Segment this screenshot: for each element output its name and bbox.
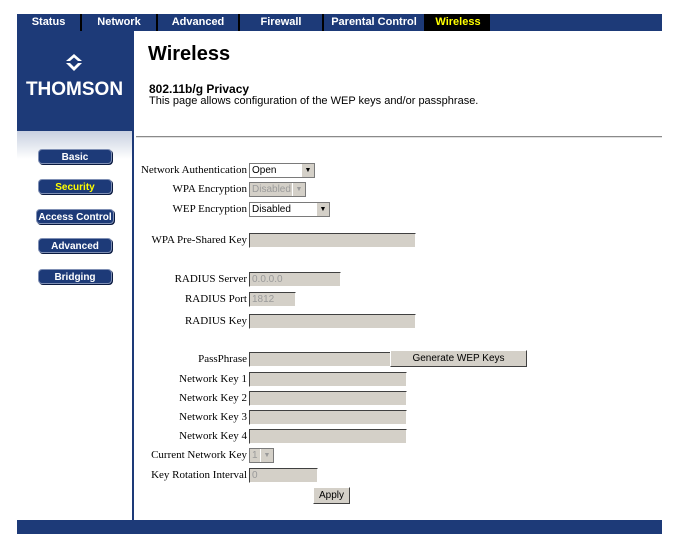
sidebar-item-security[interactable]: Security [38, 179, 112, 194]
radius-server-input[interactable]: 0.0.0.0 [249, 272, 341, 287]
top-nav-bar: Status Network Advanced Firewall Parenta… [17, 14, 662, 31]
generate-wep-keys-button[interactable]: Generate WEP Keys [390, 350, 527, 367]
wep-encryption-select[interactable]: Disabled ▼ [249, 202, 330, 217]
radius-key-label: RADIUS Key [184, 315, 247, 327]
thomson-logo: THOMSON [17, 31, 132, 131]
key-rotation-input[interactable]: 0 [249, 468, 318, 483]
wpa-encryption-label: WPA Encryption [172, 183, 247, 195]
apply-button[interactable]: Apply [313, 487, 350, 504]
wpa-encryption-value: Disabled [252, 184, 291, 195]
network-key-1-input[interactable] [249, 372, 407, 387]
sidebar-item-bridging[interactable]: Bridging [38, 269, 112, 284]
network-auth-label: Network Authentication [140, 164, 247, 176]
wpa-psk-label: WPA Pre-Shared Key [151, 234, 247, 246]
logo-wordmark: THOMSON [25, 79, 124, 100]
passphrase-label: PassPhrase [198, 353, 247, 365]
main-content: Wireless 802.11b/g Privacy This page all… [136, 31, 662, 520]
wpa-encryption-select[interactable]: Disabled ▼ [249, 182, 306, 197]
page-title: Wireless [148, 43, 231, 65]
radius-port-input[interactable]: 1812 [249, 292, 296, 307]
tab-wireless[interactable]: Wireless [426, 14, 490, 31]
page-subtitle: 802.11b/g Privacy [149, 82, 250, 96]
wpa-psk-input[interactable] [249, 233, 416, 248]
sidebar: THOMSON Basic Security Access Control Ad… [17, 31, 134, 520]
page-description: This page allows configuration of the WE… [149, 95, 479, 107]
radius-server-label: RADIUS Server [174, 273, 247, 285]
tab-parental-control[interactable]: Parental Control [324, 14, 424, 31]
tab-status[interactable]: Status [17, 14, 80, 31]
chevron-down-icon: ▼ [316, 203, 329, 216]
network-auth-select[interactable]: Open ▼ [249, 163, 315, 178]
key-rotation-label: Key Rotation Interval [151, 469, 247, 481]
chevron-down-icon: ▼ [301, 164, 314, 177]
network-auth-value: Open [252, 165, 277, 176]
divider [136, 136, 662, 138]
passphrase-input[interactable] [249, 352, 391, 367]
tab-network[interactable]: Network [82, 14, 156, 31]
scrollbar[interactable] [667, 0, 674, 539]
current-key-label: Current Network Key [151, 449, 247, 461]
network-key-4-input[interactable] [249, 429, 407, 444]
thomson-logo-icon [66, 54, 82, 71]
current-key-value: 1 [252, 450, 258, 461]
current-key-select[interactable]: 1 ▼ [249, 448, 274, 463]
network-key-3-input[interactable] [249, 410, 407, 425]
chevron-down-icon: ▼ [292, 183, 305, 196]
sidebar-item-advanced[interactable]: Advanced [38, 238, 112, 253]
network-key-2-input[interactable] [249, 391, 407, 406]
tab-firewall[interactable]: Firewall [240, 14, 322, 31]
tab-advanced[interactable]: Advanced [158, 14, 238, 31]
network-key-3-label: Network Key 3 [179, 411, 247, 423]
network-key-4-label: Network Key 4 [179, 430, 247, 442]
chevron-down-icon: ▼ [260, 449, 273, 462]
network-key-2-label: Network Key 2 [179, 392, 247, 404]
network-key-1-label: Network Key 1 [179, 373, 247, 385]
sidebar-item-access-control[interactable]: Access Control [36, 209, 114, 224]
radius-key-input[interactable] [249, 314, 416, 329]
radius-port-label: RADIUS Port [184, 293, 247, 305]
wep-encryption-label: WEP Encryption [172, 203, 247, 215]
wep-encryption-value: Disabled [252, 204, 291, 215]
sidebar-item-basic[interactable]: Basic [38, 149, 112, 164]
bottom-bar [17, 520, 662, 534]
